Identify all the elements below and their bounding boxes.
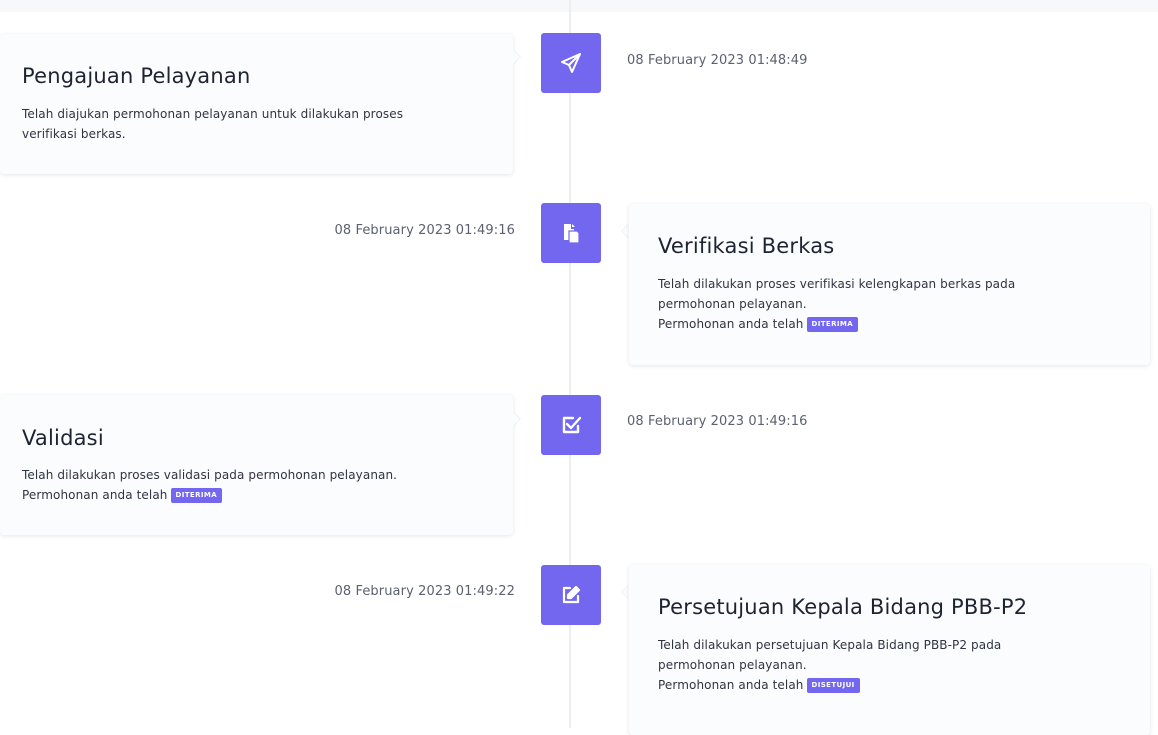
card-description: Telah diajukan permohonan pelayanan untu… [22, 104, 403, 144]
status-badge: DITERIMA [806, 317, 859, 332]
card-title: Pengajuan Pelayanan [22, 64, 251, 88]
status-line: Permohonan anda telah DITERIMA [22, 485, 397, 505]
card-description: Telah dilakukan persetujuan Kepala Bidan… [658, 635, 1001, 695]
edit-icon [562, 585, 581, 604]
status-line: Permohonan anda telah DITERIMA [658, 314, 1015, 334]
card-pointer [622, 224, 629, 238]
status-prefix: Permohonan anda telah [658, 678, 804, 692]
timeline-card-pengajuan: Pengajuan Pelayanan Telah diajukan permo… [0, 34, 513, 174]
description-line: permohonan pelayanan. [658, 658, 807, 672]
card-title: Persetujuan Kepala Bidang PBB-P2 [658, 595, 1028, 619]
card-description: Telah dilakukan proses validasi pada per… [22, 465, 397, 505]
timeline-marker [541, 203, 601, 263]
timeline-date: 08 February 2023 01:49:22 [334, 584, 515, 599]
status-line: Permohonan anda telah DISETUJUI [658, 675, 1001, 695]
card-pointer [513, 50, 520, 64]
status-badge: DISETUJUI [806, 678, 860, 693]
card-title: Validasi [22, 426, 104, 450]
timeline-date: 08 February 2023 01:49:16 [334, 223, 515, 238]
card-pointer [622, 585, 629, 599]
description-line: permohonan pelayanan. [658, 297, 807, 311]
description-line: Telah dilakukan persetujuan Kepala Bidan… [658, 638, 1002, 652]
card-pointer [513, 412, 520, 426]
timeline-card-verifikasi: Verifikasi Berkas Telah dilakukan proses… [629, 204, 1150, 365]
timeline-marker [541, 33, 601, 93]
description-line: Telah dilakukan proses verifikasi keleng… [658, 277, 1016, 291]
card-title: Verifikasi Berkas [658, 234, 835, 258]
status-prefix: Permohonan anda telah [22, 488, 168, 502]
timeline-card-validasi: Validasi Telah dilakukan proses validasi… [0, 395, 513, 535]
timeline-marker [541, 565, 601, 625]
status-prefix: Permohonan anda telah [658, 317, 804, 331]
description-line: Telah dilakukan proses validasi pada per… [22, 468, 398, 482]
paper-plane-icon [561, 53, 581, 73]
check-square-icon [562, 416, 582, 434]
timeline-marker [541, 395, 601, 455]
timeline-date: 08 February 2023 01:49:16 [627, 414, 808, 429]
card-description: Telah dilakukan proses verifikasi keleng… [658, 274, 1015, 334]
status-badge: DITERIMA [170, 488, 223, 503]
description-line: verifikasi berkas. [22, 127, 126, 141]
top-band [0, 0, 1158, 12]
file-copy-icon [564, 224, 580, 244]
description-line: Telah diajukan permohonan pelayanan untu… [22, 107, 404, 121]
timeline-date: 08 February 2023 01:48:49 [627, 53, 808, 68]
timeline-card-persetujuan: Persetujuan Kepala Bidang PBB-P2 Telah d… [629, 565, 1150, 735]
